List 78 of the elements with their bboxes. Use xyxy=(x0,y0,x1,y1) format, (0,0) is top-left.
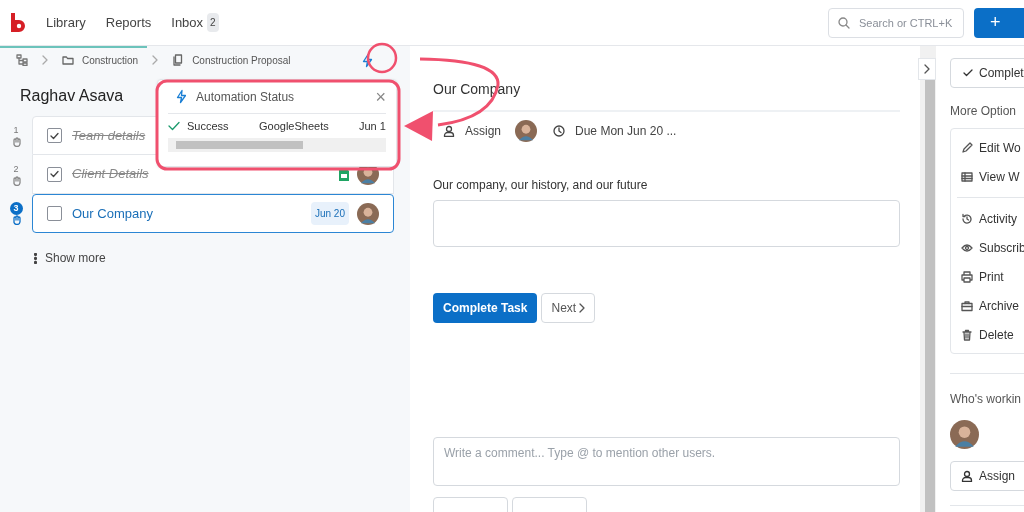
hierarchy-icon xyxy=(16,54,28,66)
check-icon xyxy=(168,121,180,131)
section-label: More Option xyxy=(950,103,1018,120)
chevron-right-icon xyxy=(579,303,586,313)
nav-link[interactable]: Reports xyxy=(105,12,152,33)
nav-link[interactable]: Library xyxy=(46,12,86,33)
count-badge: 2 xyxy=(207,13,219,32)
horizontal-scrollbar[interactable] xyxy=(168,138,386,152)
eye-icon xyxy=(961,241,973,254)
menu-item[interactable]: Activity xyxy=(951,204,1024,233)
avatar-icon xyxy=(950,420,979,449)
history-icon xyxy=(961,212,973,225)
step-number: 2 xyxy=(13,162,19,176)
next-button[interactable]: Next xyxy=(541,293,596,323)
hand-icon xyxy=(11,137,21,148)
step-number: 3 xyxy=(9,202,23,215)
pencil-icon xyxy=(961,141,973,154)
folder-icon xyxy=(62,54,74,66)
date-text: Jun 1 xyxy=(359,118,386,134)
briefcase-icon xyxy=(961,299,973,312)
trash-icon xyxy=(961,328,973,341)
check-icon xyxy=(50,170,59,178)
checkbox[interactable] xyxy=(47,206,62,221)
menu-item[interactable]: Archive xyxy=(951,291,1024,320)
field-label: Our company, our history, and our future xyxy=(433,177,649,194)
logo-icon xyxy=(8,11,28,34)
collapse-button[interactable] xyxy=(918,58,936,80)
menu-item[interactable]: View W xyxy=(951,162,1024,191)
app-name: GoogleSheets xyxy=(259,118,330,134)
assign-user-button[interactable]: Assign xyxy=(950,461,1024,491)
task-title: Team details xyxy=(72,126,146,145)
user-icon xyxy=(443,125,455,137)
check-icon xyxy=(963,69,973,77)
search-icon xyxy=(838,16,850,29)
table-icon xyxy=(961,170,973,183)
menu-item[interactable]: Print xyxy=(951,262,1024,291)
step-number: 1 xyxy=(13,123,19,137)
show-more-link[interactable]: Show more xyxy=(34,249,410,267)
breadcrumb-link[interactable]: Construction xyxy=(82,52,139,68)
printer-icon xyxy=(961,270,973,283)
annotation-circle xyxy=(366,42,398,74)
clock-icon xyxy=(553,125,566,137)
task-item[interactable]: Our Company Jun 20 xyxy=(32,194,394,233)
menu-item[interactable]: Edit Wo xyxy=(951,133,1024,162)
hand-icon xyxy=(11,215,21,225)
menu-item[interactable]: Delete xyxy=(951,320,1024,349)
task-title: Client Details xyxy=(72,165,149,184)
due-date-link[interactable]: Due Mon Jun 20 ... xyxy=(553,122,677,140)
nav-link[interactable]: Inbox 2 xyxy=(171,12,219,33)
vertical-scrollbar[interactable] xyxy=(920,46,936,512)
user-icon xyxy=(961,470,973,482)
search-field[interactable]: Search or CTRL+K xyxy=(828,7,964,38)
check-icon xyxy=(50,131,59,140)
assignee-name: Raghav Asava xyxy=(20,87,124,104)
task-title: Our Company xyxy=(72,204,153,223)
close-button[interactable]: × xyxy=(375,87,386,106)
section-label: Who's workin xyxy=(950,391,1022,408)
chevron-right-icon xyxy=(152,55,159,65)
more-vertical-icon xyxy=(34,252,37,264)
avatar-icon xyxy=(515,120,538,142)
checkbox[interactable] xyxy=(47,166,62,182)
chevron-right-icon xyxy=(924,64,930,74)
complete-task-button[interactable]: Complete Task xyxy=(433,293,538,323)
chevron-right-icon xyxy=(42,55,48,65)
hand-icon xyxy=(11,176,21,187)
text-field[interactable] xyxy=(433,200,900,247)
automation-icon xyxy=(174,89,186,104)
checkbox[interactable] xyxy=(47,128,62,143)
avatar-icon xyxy=(357,202,379,225)
assign-link[interactable]: Assign xyxy=(443,122,502,140)
breadcrumb-link[interactable]: Construction Proposal xyxy=(192,52,291,68)
status-text: Success xyxy=(187,118,230,134)
copy-icon xyxy=(172,54,185,66)
popup-title: Automation Status xyxy=(196,88,295,106)
due-date-badge: Jun 20 xyxy=(310,202,349,225)
add-button[interactable]: + xyxy=(974,7,1024,38)
comment-field[interactable]: Write a comment... Type @ to mention other users. xyxy=(433,437,900,486)
complete-button[interactable]: Complet xyxy=(950,58,1024,88)
